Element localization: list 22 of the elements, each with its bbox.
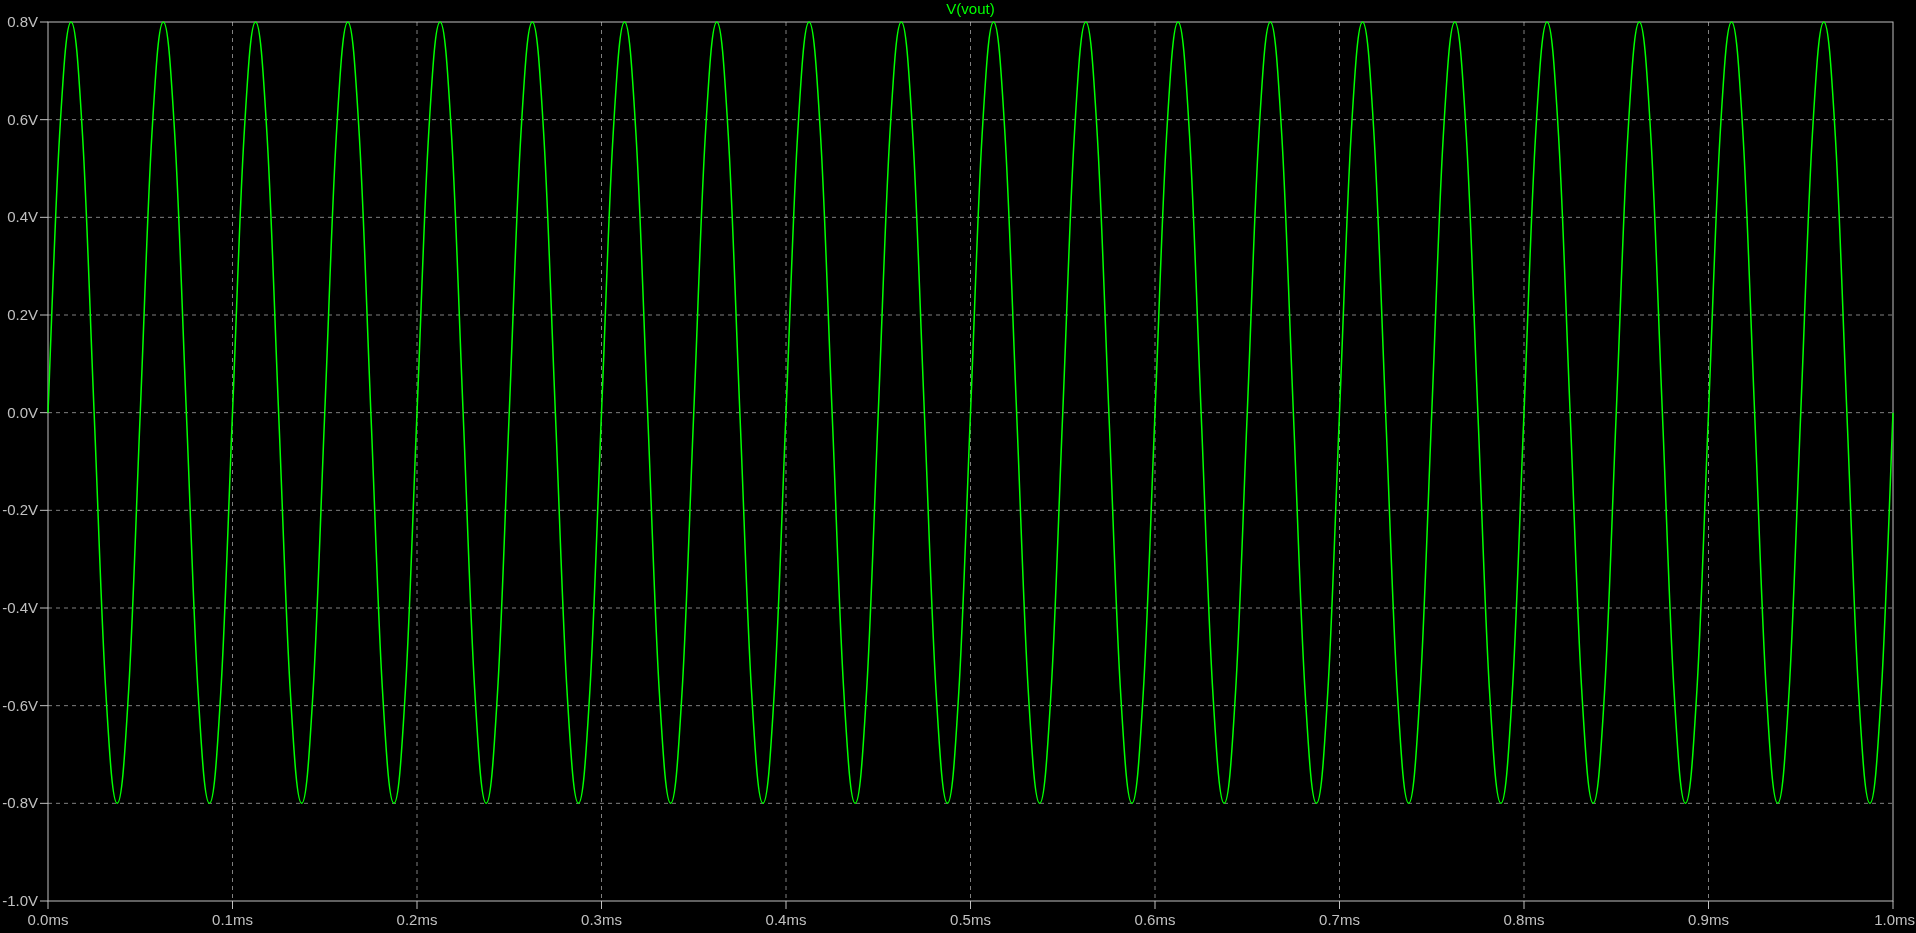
x-tick-label: 0.7ms [1319, 911, 1360, 928]
y-tick-label: -0.8V [2, 794, 38, 812]
x-tick-label: 0.1ms [212, 911, 253, 928]
y-tick-label: 0.8V [7, 13, 38, 30]
x-tick-label: 0.5ms [950, 911, 991, 928]
y-tick-label: -0.2V [2, 501, 38, 519]
x-tick-label: 0.3ms [581, 911, 622, 928]
y-tick-label: 0.6V [7, 110, 38, 128]
x-tick-label: 0.2ms [396, 911, 438, 928]
x-tick-label: 0.4ms [765, 911, 807, 928]
x-tick-label: 0.0ms [27, 911, 69, 928]
y-tick-label: 0.4V [7, 208, 38, 226]
x-tick-label: 0.9ms [1688, 911, 1729, 928]
y-tick-label: -0.4V [2, 599, 38, 616]
y-tick-label: -1.0V [2, 892, 38, 909]
x-tick-label: 1.0ms [1874, 911, 1915, 928]
y-tick-label: -0.6V [2, 696, 38, 714]
y-tick-label: 0.2V [7, 306, 38, 323]
x-tick-label: 0.8ms [1503, 911, 1545, 928]
trace-label: V(vout) [946, 0, 995, 17]
x-tick-label: 0.6ms [1134, 911, 1176, 928]
y-tick-label: 0.0V [7, 403, 38, 421]
